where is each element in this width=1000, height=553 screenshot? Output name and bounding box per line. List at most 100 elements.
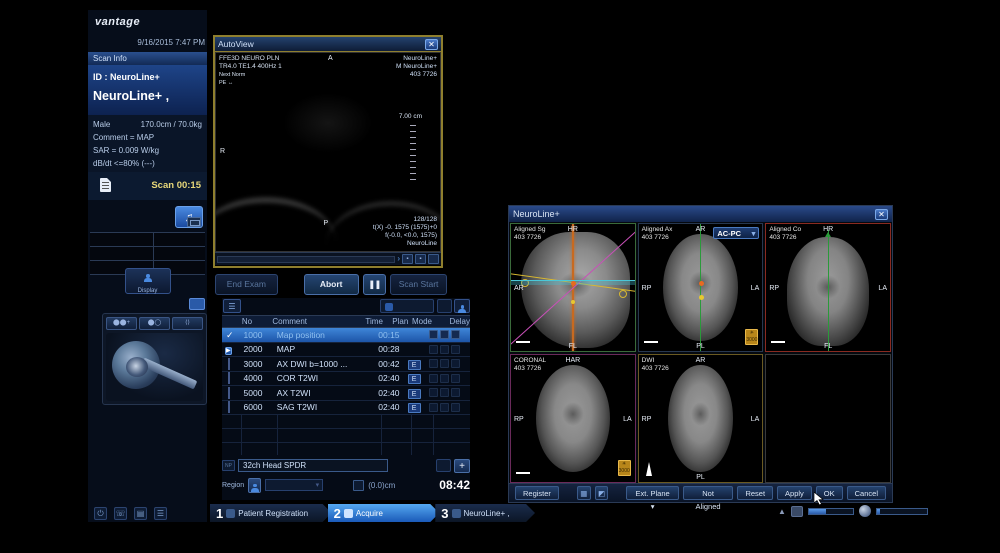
reset-button[interactable]: Reset — [737, 486, 773, 500]
queue-wide-button[interactable] — [380, 299, 434, 313]
scan-info-header: Scan Info — [88, 52, 207, 65]
layout-icon[interactable]: ▤ — [134, 507, 147, 520]
coil-row: NP 32ch Head SPDR + — [222, 457, 470, 474]
eject-icon[interactable]: ▲ — [778, 507, 786, 516]
queue-row-active[interactable]: ✓ 1000 Map position 00:15 — [222, 328, 470, 343]
neuroline-close-icon[interactable]: ✕ — [875, 209, 888, 220]
queue-row[interactable]: 3000 AX DWI b=1000 ... 00:42 E — [222, 357, 470, 372]
acpc-dropdown[interactable]: AC-PC▾ — [713, 227, 759, 239]
monitor-icon[interactable] — [189, 298, 205, 310]
viewport-aligned-co[interactable]: Aligned Co 403 7726 HR RP LA FL — [765, 223, 891, 352]
plan-badge[interactable]: E — [408, 403, 421, 413]
offset-checkbox[interactable] — [353, 480, 364, 491]
coil-tag-icon: NP — [222, 460, 235, 471]
region-row: Region ▾ (0.0)cm 08:42 — [222, 476, 470, 494]
region-label: Region — [222, 482, 244, 489]
not-aligned-button[interactable]: Not Aligned — [683, 486, 734, 500]
list-icon[interactable]: ☰ — [154, 507, 167, 520]
viewport-aligned-ax[interactable]: Aligned Ax 403 7726 AR RP LA PL AC-PC▾ ☀… — [638, 223, 764, 352]
register-button[interactable]: Register — [515, 486, 559, 500]
queue-small-button[interactable] — [437, 299, 452, 313]
ruler-label: 7.00 cm — [399, 113, 422, 120]
queue-row[interactable]: 6000 SAG T2WI 02:40 E — [222, 401, 470, 416]
cancel-button[interactable]: Cancel — [847, 486, 886, 500]
document-icon — [100, 178, 111, 192]
power-icon[interactable]: ⏻ — [94, 507, 107, 520]
coil-dim-button[interactable] — [436, 459, 451, 472]
neuroline-titlebar[interactable]: NeuroLine+ ✕ — [509, 206, 892, 222]
col-mode: Mode — [412, 316, 450, 327]
grid-icon[interactable] — [187, 217, 201, 227]
pause-button[interactable]: ❚❚ — [363, 274, 387, 295]
series-badge: ☀3000 — [745, 329, 758, 345]
display-button[interactable]: Display — [125, 268, 171, 294]
queue-row[interactable]: 5000 AX T2WI 02:40 E — [222, 386, 470, 401]
viewport-dwi[interactable]: DWI 403 7726 AR RP LA PL — [638, 354, 764, 483]
overlay-top-left: FFE3D NEURO PLN TR4.0 TE1.4 400Hz 1 Next… — [219, 55, 282, 87]
autoview-titlebar[interactable]: AutoView ✕ — [215, 37, 441, 52]
region-person-icon[interactable] — [248, 478, 261, 493]
ext-plane-button[interactable]: Ext. Plane ▾ — [626, 486, 678, 500]
viewport-aligned-sg[interactable]: Aligned Sg 403 7726 HR AR FL — [510, 223, 636, 352]
col-no: No — [240, 316, 272, 327]
queue-header: No Comment Time Plan Mode Delay — [222, 315, 470, 328]
coil-field[interactable]: 32ch Head SPDR — [238, 459, 388, 472]
ruler — [410, 125, 416, 183]
autoview-close-icon[interactable]: ✕ — [425, 39, 438, 50]
coil-button-1[interactable]: ⬤⬤+ — [106, 317, 137, 330]
sagittal-brain-image — [521, 232, 630, 349]
cine-button-1[interactable]: ▪ — [402, 254, 413, 264]
scan-queue-panel: ☰ No Comment Time Plan Mode Delay ✓ 1000… — [222, 298, 470, 500]
queue-toolbar: ☰ — [222, 298, 470, 315]
viewport-label: DWI 403 7726 — [642, 357, 669, 373]
tab-acquire[interactable]: 2 Acquire — [328, 504, 440, 522]
scan-start-button[interactable]: Scan Start — [390, 274, 447, 295]
coil-panel: ⬤⬤+ ⬤◯ ⟨⟩ — [102, 313, 207, 405]
list-icon-button[interactable]: ▦ — [577, 486, 591, 500]
autoview-window: AutoView ✕ FFE3D NEURO PLN TR4.0 TE1.4 4… — [213, 35, 443, 268]
plan-badge[interactable]: E — [408, 360, 421, 370]
patient-id: ID : NeuroLine+ — [93, 72, 202, 82]
viewport-coronal[interactable]: CORONAL 403 7726 HAR RP LA ☀3000 — [510, 354, 636, 483]
network-usage-bar — [876, 508, 928, 515]
scale-bar — [771, 341, 785, 343]
col-delay: Delay — [450, 316, 470, 327]
plan-badge[interactable]: E — [408, 374, 421, 384]
abort-button[interactable]: Abort — [304, 274, 359, 295]
phone-icon[interactable]: ☏ — [114, 507, 127, 520]
add-button[interactable]: + — [454, 459, 470, 473]
autoview-image[interactable]: FFE3D NEURO PLN TR4.0 TE1.4 400Hz 1 Next… — [215, 52, 441, 252]
coil-button-2[interactable]: ⬤◯ — [139, 317, 170, 330]
dbdt-line: dB/dt <=80% (---) — [93, 159, 202, 168]
scanner-bore — [126, 357, 148, 377]
cine-button-2[interactable]: ▪ — [415, 254, 426, 264]
queue-person-button[interactable] — [454, 299, 470, 313]
end-exam-button[interactable]: End Exam — [215, 274, 278, 295]
autoview-scrollbar[interactable]: › ▪ ▪ — [215, 252, 441, 265]
tab-patient-registration[interactable]: 1 Patient Registration — [210, 504, 332, 522]
cine-button-3[interactable] — [428, 254, 439, 264]
mouse-cursor — [814, 492, 824, 506]
region-dropdown[interactable]: ▾ — [265, 479, 323, 491]
scale-bar — [516, 472, 530, 474]
tab-neuroline[interactable]: 3 NeuroLine+ , — [435, 504, 535, 522]
scrollbar-track[interactable] — [217, 256, 395, 263]
play-icon: ▶ — [225, 347, 232, 355]
queue-row[interactable]: ▶ 2000 MAP 00:28 — [222, 343, 470, 358]
storage-indicators: ▲ — [778, 505, 928, 517]
filter-icon[interactable]: ☰ — [223, 299, 241, 313]
plan-badge[interactable]: E — [408, 389, 421, 399]
disk-usage-bar — [808, 508, 854, 515]
overlay-top-right: NeuroLine+ M NeuroLine+ 403 7726 — [396, 55, 437, 79]
status-dot — [228, 372, 230, 384]
viewport-empty[interactable] — [765, 354, 891, 483]
series-badge: ☀3000 — [618, 460, 631, 476]
coil-button-3[interactable]: ⟨⟩ — [172, 317, 203, 330]
patient-icon — [226, 509, 235, 518]
scroll-right-icon[interactable]: › — [397, 254, 400, 264]
queue-row[interactable]: 4000 COR T2WI 02:40 E — [222, 372, 470, 387]
diagonal-arrow-button[interactable]: ◩ — [595, 486, 609, 500]
brain-image — [536, 365, 610, 472]
apply-button[interactable]: Apply — [777, 486, 812, 500]
total-scan-time: 08:42 — [439, 478, 470, 492]
